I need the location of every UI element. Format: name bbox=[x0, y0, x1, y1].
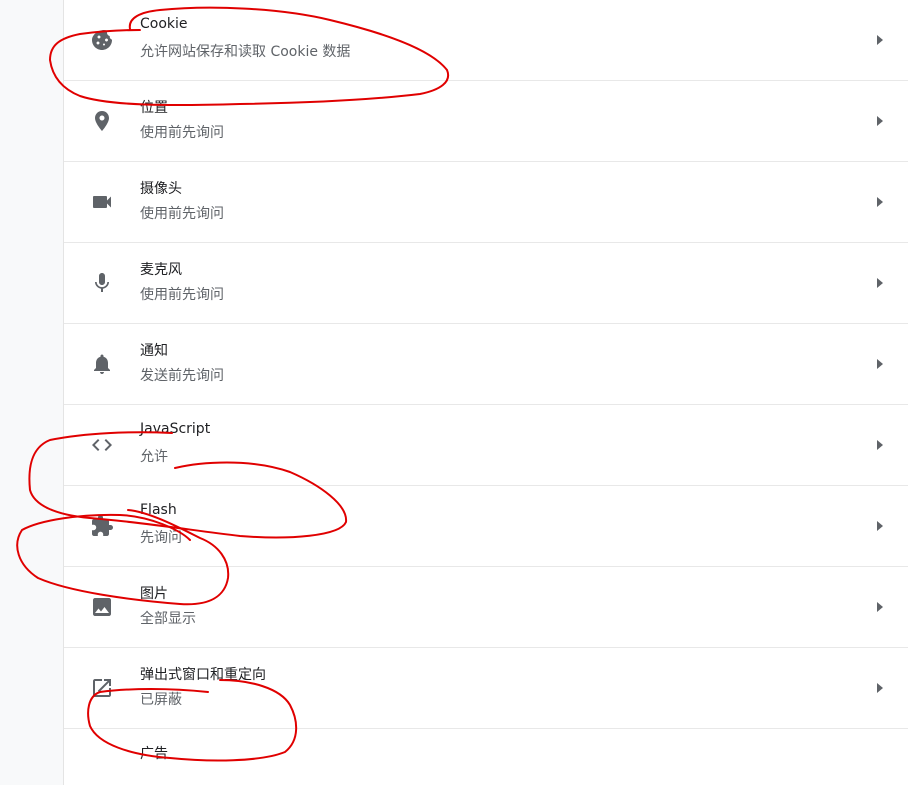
chevron-right-icon bbox=[874, 600, 886, 614]
popups-redirects-setting-row[interactable]: 弹出式窗口和重定向 已屏蔽 bbox=[64, 648, 908, 729]
camera-setting-row[interactable]: 摄像头 使用前先询问 bbox=[64, 162, 908, 243]
row-title: Cookie bbox=[140, 16, 188, 32]
ads-setting-row[interactable]: 广告 bbox=[64, 729, 908, 762]
camera-icon bbox=[90, 190, 114, 214]
row-title: Flash bbox=[140, 502, 177, 518]
microphone-setting-row[interactable]: 麦克风 使用前先询问 bbox=[64, 243, 908, 324]
chevron-right-icon bbox=[874, 195, 886, 209]
row-title: 通知 bbox=[140, 343, 168, 359]
chevron-right-icon bbox=[874, 33, 886, 47]
row-title: 图片 bbox=[140, 586, 168, 602]
left-gutter bbox=[0, 0, 64, 785]
row-title: 位置 bbox=[140, 100, 168, 116]
cookie-icon bbox=[90, 28, 114, 52]
bell-icon bbox=[90, 352, 114, 376]
row-title: 弹出式窗口和重定向 bbox=[140, 667, 266, 683]
row-subtitle: 使用前先询问 bbox=[140, 125, 224, 141]
row-subtitle: 使用前先询问 bbox=[140, 206, 224, 222]
cookie-setting-row[interactable]: Cookie 允许网站保存和读取 Cookie 数据 bbox=[64, 0, 908, 81]
chevron-right-icon bbox=[874, 276, 886, 290]
row-subtitle: 允许 bbox=[140, 449, 168, 465]
row-title: 麦克风 bbox=[140, 262, 182, 278]
row-title: 摄像头 bbox=[140, 181, 182, 197]
row-title: 广告 bbox=[140, 746, 168, 762]
row-title: JavaScript bbox=[140, 421, 211, 437]
row-subtitle: 已屏蔽 bbox=[140, 692, 182, 708]
chevron-right-icon bbox=[874, 681, 886, 695]
flash-setting-row[interactable]: Flash 先询问 bbox=[64, 486, 908, 567]
row-subtitle: 使用前先询问 bbox=[140, 287, 224, 303]
images-setting-row[interactable]: 图片 全部显示 bbox=[64, 567, 908, 648]
row-subtitle: 全部显示 bbox=[140, 611, 196, 627]
site-settings-page: Cookie 允许网站保存和读取 Cookie 数据 位置 使用前先询问 摄像头… bbox=[0, 0, 908, 785]
row-subtitle: 先询问 bbox=[140, 530, 182, 546]
code-icon bbox=[90, 433, 114, 457]
image-icon bbox=[90, 595, 114, 619]
notifications-setting-row[interactable]: 通知 发送前先询问 bbox=[64, 324, 908, 405]
chevron-right-icon bbox=[874, 357, 886, 371]
site-settings-list: Cookie 允许网站保存和读取 Cookie 数据 位置 使用前先询问 摄像头… bbox=[64, 0, 908, 762]
javascript-setting-row[interactable]: JavaScript 允许 bbox=[64, 405, 908, 486]
row-subtitle: 发送前先询问 bbox=[140, 368, 224, 384]
microphone-icon bbox=[90, 271, 114, 295]
open-in-new-icon bbox=[90, 676, 114, 700]
puzzle-icon bbox=[90, 514, 114, 538]
location-icon bbox=[90, 109, 114, 133]
chevron-right-icon bbox=[874, 519, 886, 533]
chevron-right-icon bbox=[874, 438, 886, 452]
row-subtitle: 允许网站保存和读取 Cookie 数据 bbox=[140, 44, 351, 60]
location-setting-row[interactable]: 位置 使用前先询问 bbox=[64, 81, 908, 162]
chevron-right-icon bbox=[874, 114, 886, 128]
